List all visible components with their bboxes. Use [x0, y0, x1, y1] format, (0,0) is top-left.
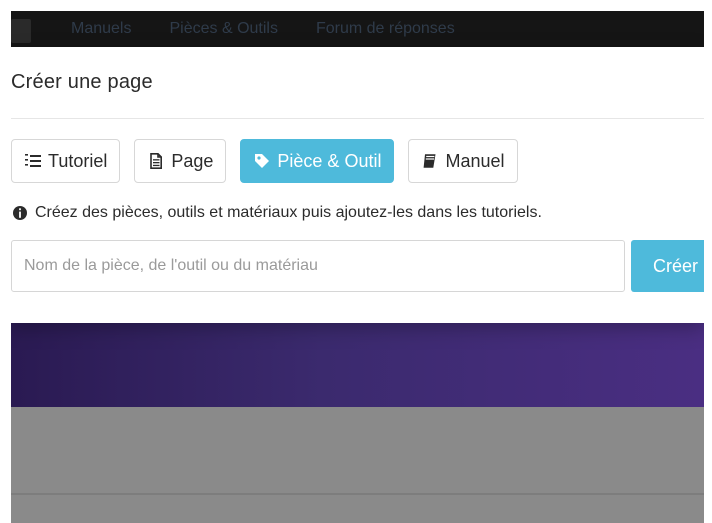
site-logo-chip	[11, 19, 31, 43]
background-site-nav: Manuels Pièces & Outils Forum de réponse…	[11, 11, 704, 47]
info-message: Créez des pièces, outils et matériaux pu…	[11, 203, 542, 223]
tab-label: Pièce & Outil	[277, 150, 382, 171]
background-content-area	[11, 407, 704, 523]
create-form: Créer	[11, 240, 704, 292]
document-icon	[147, 152, 165, 170]
tab-label: Page	[171, 150, 214, 171]
viewport: Manuels Pièces & Outils Forum de réponse…	[11, 11, 704, 523]
nav-link-manuels[interactable]: Manuels	[71, 20, 131, 38]
tab-manuel[interactable]: Manuel	[408, 139, 518, 183]
background-divider	[11, 493, 704, 495]
book-icon	[421, 152, 439, 170]
tab-label: Manuel	[445, 150, 505, 171]
modal-header: Créer une page	[11, 47, 704, 119]
list-ordered-icon	[24, 152, 42, 170]
nav-link-forum[interactable]: Forum de réponses	[316, 20, 455, 38]
tab-tutoriel[interactable]: Tutoriel	[11, 139, 121, 183]
tab-label: Tutoriel	[48, 150, 108, 171]
tab-page[interactable]: Page	[134, 139, 227, 183]
item-name-input[interactable]	[11, 240, 625, 292]
page-type-tabs: Tutoriel Page Pièce & Outil Manuel	[11, 139, 518, 183]
info-circle-icon	[11, 204, 29, 222]
page: Manuels Pièces & Outils Forum de réponse…	[0, 0, 712, 523]
nav-link-pieces-outils[interactable]: Pièces & Outils	[169, 20, 277, 38]
info-text: Créez des pièces, outils et matériaux pu…	[35, 204, 542, 221]
tab-piece-outil[interactable]: Pièce & Outil	[240, 139, 395, 183]
create-page-modal: Créer une page Tutoriel Page Pièce & Out…	[11, 47, 704, 323]
background-hero-banner	[11, 323, 704, 407]
tag-icon	[253, 152, 271, 170]
modal-title: Créer une page	[11, 71, 153, 93]
create-button[interactable]: Créer	[631, 240, 704, 292]
